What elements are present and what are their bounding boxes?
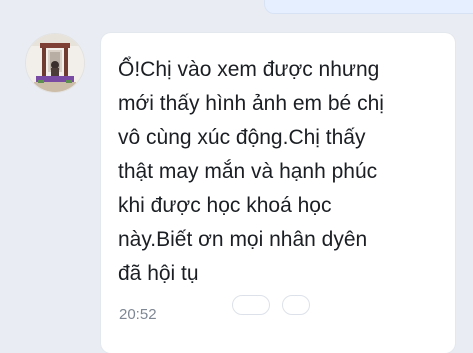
previous-outgoing-message-bubble[interactable] bbox=[264, 0, 473, 14]
avatar-photo bbox=[26, 34, 84, 92]
reaction-more-button[interactable] bbox=[282, 295, 310, 315]
message-timestamp: 20:52 bbox=[119, 306, 157, 323]
incoming-message-bubble[interactable]: Ổ!Chị vào xem được nhưng mới thấy hình ả… bbox=[101, 33, 455, 353]
sender-avatar[interactable] bbox=[25, 33, 85, 93]
reaction-button[interactable] bbox=[232, 295, 270, 315]
message-text: Ổ!Chị vào xem được nhưng mới thấy hình ả… bbox=[118, 58, 384, 285]
